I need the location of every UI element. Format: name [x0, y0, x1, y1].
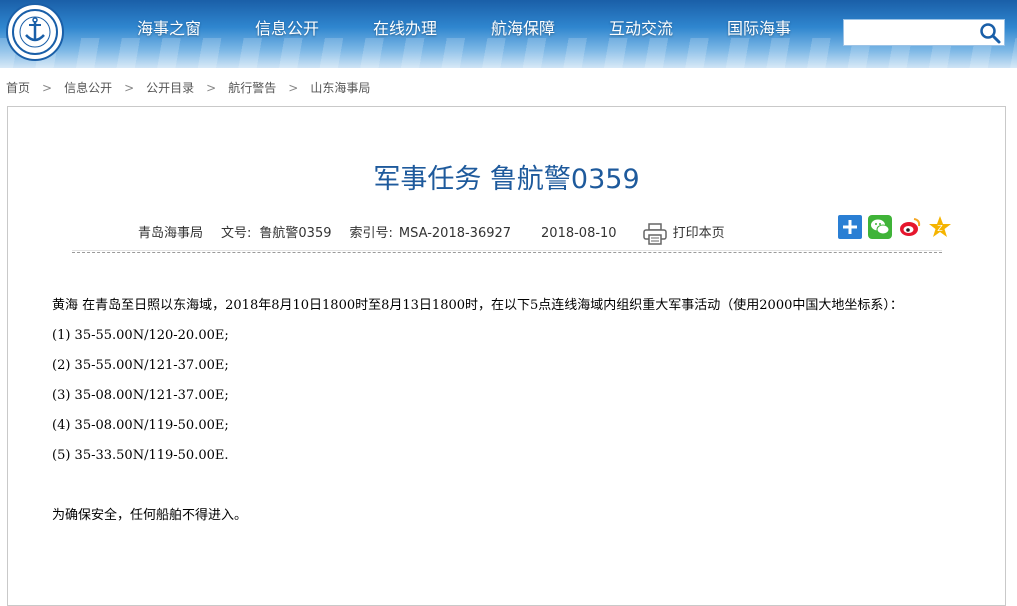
breadcrumb-shandong[interactable]: 山东海事局 — [310, 78, 370, 98]
msa-logo[interactable] — [6, 3, 64, 61]
meta-org: 青岛海事局 — [138, 226, 204, 241]
svg-text:Z: Z — [937, 224, 943, 233]
breadcrumb-home[interactable]: 首页 — [6, 78, 30, 98]
breadcrumb-warning[interactable]: 航行警告 — [228, 78, 276, 98]
share-bar: Z — [838, 215, 958, 239]
breadcrumb: 首页 > 信息公开 > 公开目录 > 航行警告 > 山东海事局 — [6, 78, 370, 98]
meta-divider-dashed — [72, 252, 942, 253]
coordinate-point-2: (2) 35-55.00N/121-37.00E; — [52, 358, 229, 373]
coordinate-point-3: (3) 35-08.00N/121-37.00E; — [52, 388, 229, 403]
article-container: 军事任务 鲁航警0359 青岛海事局 文号: 鲁航警0359 索引号: MSA-… — [7, 106, 1006, 606]
nav-item-info[interactable]: 信息公开 — [228, 0, 346, 58]
article-paragraph-intro: 黄海 在青岛至日照以东海域，2018年8月10日1800时至8月13日1800时… — [52, 298, 903, 313]
chevron-right-icon: > — [124, 81, 135, 95]
coordinate-point-4: (4) 35-08.00N/119-50.00E; — [52, 418, 229, 433]
chevron-right-icon: > — [288, 81, 299, 95]
wechat-icon[interactable] — [868, 215, 892, 239]
qzone-star-icon[interactable]: Z — [928, 215, 952, 239]
print-label: 打印本页 — [672, 226, 725, 241]
meta-divider — [72, 250, 942, 251]
meta-date: 2018-08-10 — [541, 226, 617, 241]
coordinate-point-1: (1) 35-55.00N/120-20.00E; — [52, 328, 229, 343]
nav-item-navigation[interactable]: 航海保障 — [464, 0, 582, 58]
article-title: 军事任务 鲁航警0359 — [373, 164, 640, 195]
coordinate-point-5: (5) 35-33.50N/119-50.00E. — [52, 448, 229, 463]
anchor-icon — [12, 9, 58, 55]
nav-item-online[interactable]: 在线办理 — [346, 0, 464, 58]
main-nav: 海事之窗 信息公开 在线办理 航海保障 互动交流 国际海事 — [110, 0, 818, 58]
nav-item-international[interactable]: 国际海事 — [700, 0, 818, 58]
printer-icon — [642, 223, 667, 245]
nav-item-interaction[interactable]: 互动交流 — [582, 0, 700, 58]
meta-doc-no: 鲁航警0359 — [259, 226, 332, 241]
site-header: 海事之窗 信息公开 在线办理 航海保障 互动交流 国际海事 — [0, 0, 1017, 68]
weibo-icon[interactable] — [898, 215, 922, 239]
chevron-right-icon: > — [42, 81, 53, 95]
breadcrumb-info[interactable]: 信息公开 — [64, 78, 112, 98]
meta-doc-no-label: 文号: — [221, 226, 252, 241]
breadcrumb-catalog[interactable]: 公开目录 — [146, 78, 194, 98]
meta-index-no: MSA-2018-36927 — [398, 226, 512, 241]
search-box — [843, 19, 1005, 46]
nav-item-window[interactable]: 海事之窗 — [110, 0, 228, 58]
article-meta: 青岛海事局 文号: 鲁航警0359 索引号: MSA-2018-36927 20… — [138, 223, 725, 245]
article-closing: 为确保安全，任何船舶不得进入。 — [52, 508, 248, 523]
share-more-icon[interactable] — [838, 215, 862, 239]
search-icon[interactable] — [978, 21, 1002, 45]
meta-index-label: 索引号: — [349, 226, 393, 241]
article-body: 黄海 在青岛至日照以东海域，2018年8月10日1800时至8月13日1800时… — [52, 291, 972, 531]
chevron-right-icon: > — [206, 81, 217, 95]
search-input[interactable] — [846, 22, 972, 43]
print-button[interactable]: 打印本页 — [642, 223, 725, 245]
